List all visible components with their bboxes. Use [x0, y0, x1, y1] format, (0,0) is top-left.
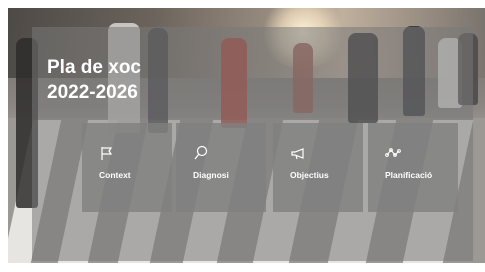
- flag-icon: [101, 147, 113, 160]
- card-label: Planificació: [385, 170, 433, 180]
- card-context[interactable]: Context: [82, 123, 172, 212]
- card-objectius[interactable]: Objectius: [273, 123, 363, 212]
- card-planificacio[interactable]: Planificació: [368, 123, 458, 212]
- title-line-1: Pla de xoc: [47, 57, 141, 78]
- card-label: Objectius: [290, 170, 329, 180]
- page-title: Pla de xoc 2022-2026: [47, 55, 141, 105]
- search-icon: [194, 145, 208, 160]
- network-icon: [385, 148, 401, 157]
- megaphone-icon: [291, 148, 304, 160]
- card-label: Context: [99, 170, 131, 180]
- card-label: Diagnosi: [193, 170, 229, 180]
- title-line-2: 2022-2026: [47, 82, 138, 103]
- card-diagnosi[interactable]: Diagnosi: [176, 123, 266, 212]
